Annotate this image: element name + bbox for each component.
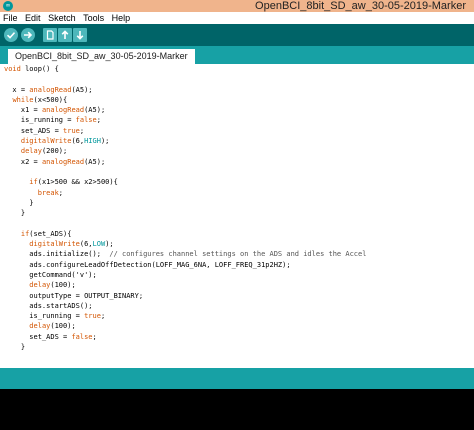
check-icon — [6, 32, 16, 39]
code-lines: void loop() { x = analogRead(A5); while(… — [0, 64, 474, 352]
code-line: delay(200); — [20, 147, 68, 156]
code-line: digitalWrite(6,HIGH); — [20, 137, 110, 146]
console-output — [0, 389, 474, 430]
status-bar — [0, 368, 474, 389]
menu-sketch[interactable]: Sketch — [48, 12, 76, 24]
code-line: x1 = analogRead(A5); — [4, 106, 106, 115]
code-line: break; — [37, 188, 64, 197]
code-line: while(x<500){ — [12, 95, 68, 104]
tab-sketch[interactable]: OpenBCI_8bit_SD_aw_30-05-2019-Marker — [8, 49, 195, 64]
code-line: delay(100); — [29, 322, 76, 331]
code-line: ads.configureLeadOffDetection(LOFF_MAG_6… — [29, 260, 291, 269]
code-line: x = analogRead(A5); — [4, 85, 93, 94]
title-bar: ∞ OpenBCI_8bit_SD_aw_30-05-2019-Marker — [0, 0, 474, 12]
code-line: is_running = false; — [4, 116, 101, 125]
arrow-up-icon — [61, 30, 69, 39]
save-button[interactable] — [73, 28, 87, 42]
new-file-icon — [46, 30, 54, 40]
menu-file[interactable]: File — [3, 12, 18, 24]
menu-tools[interactable]: Tools — [83, 12, 104, 24]
tab-bar: OpenBCI_8bit_SD_aw_30-05-2019-Marker — [0, 46, 474, 64]
arduino-icon: ∞ — [3, 1, 13, 11]
code-line: getCommand('v'); — [29, 270, 97, 279]
verify-button[interactable] — [4, 28, 18, 42]
menu-edit[interactable]: Edit — [25, 12, 41, 24]
arrow-right-icon — [24, 31, 33, 39]
upload-button[interactable] — [21, 28, 35, 42]
code-line: void loop() { — [4, 65, 59, 73]
toolbar — [0, 24, 474, 46]
open-button[interactable] — [58, 28, 72, 42]
code-line: } — [20, 209, 26, 218]
new-button[interactable] — [43, 28, 57, 42]
code-line: } — [20, 343, 26, 352]
code-line: if(set_ADS){ — [20, 229, 72, 238]
code-line: outputType = OUTPUT_BINARY; — [29, 291, 144, 300]
arrow-down-icon — [76, 31, 84, 40]
code-line: x2 = analogRead(A5); — [4, 157, 106, 166]
menu-help[interactable]: Help — [112, 12, 131, 24]
window-title: OpenBCI_8bit_SD_aw_30-05-2019-Marker — [255, 0, 466, 12]
code-line: set_ADS = true; — [4, 126, 85, 135]
code-line: set_ADS = false; — [4, 332, 97, 341]
code-line: is_running = true; — [4, 312, 106, 321]
code-line: ads.initialize(); // configures channel … — [4, 250, 367, 259]
code-line: digitalWrite(6,LOW); — [29, 240, 114, 249]
code-line: delay(100); — [29, 281, 76, 290]
menu-bar: File Edit Sketch Tools Help — [0, 12, 474, 24]
code-line: ads.startADS(); — [29, 301, 93, 310]
code-line: if(x1>500 && x2>500){ — [29, 178, 118, 187]
code-line: } — [29, 198, 34, 207]
code-editor[interactable]: void loop() { x = analogRead(A5); while(… — [0, 64, 474, 368]
